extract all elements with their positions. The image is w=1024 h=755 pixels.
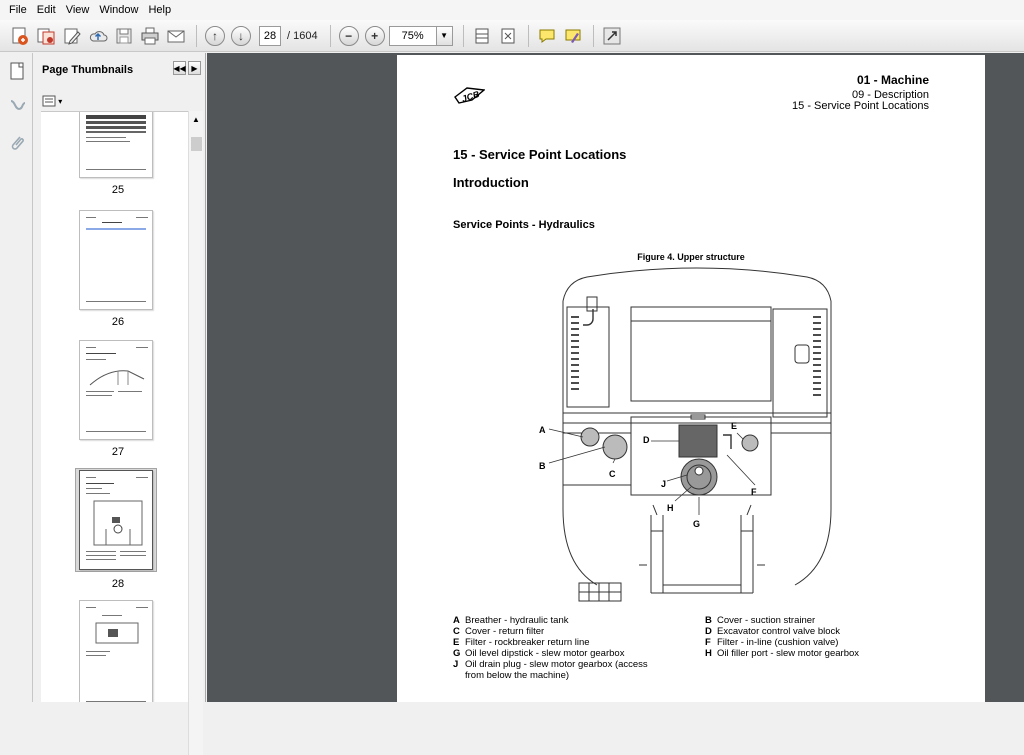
email-icon[interactable] [164,24,188,48]
zoom-level-input[interactable]: 75% [388,25,437,46]
attachment-icon[interactable] [7,133,27,153]
subheading: Service Points - Hydraulics [453,219,595,231]
callout-h: H [667,503,674,513]
save-icon[interactable] [112,24,136,48]
menu-file[interactable]: File [4,0,32,20]
section-title: 15 - Service Point Locations [453,147,627,162]
legend-item: A Breather - hydraulic tank [453,615,569,626]
page-total: / 1604 [287,29,318,42]
legend-item: F Filter - in-line (cushion valve) [705,637,839,648]
toolbar-separator [329,24,331,47]
create-pdf-icon[interactable] [8,24,32,48]
document-viewer[interactable]: JCB 01 - Machine 09 - Description 15 - S… [207,53,1024,702]
legend-item: J Oil drain plug - slew motor gearbox (ac… [453,659,648,670]
options-icon [42,95,56,107]
callout-a: A [539,425,546,435]
menu-view[interactable]: View [61,0,95,20]
zoom-in-button[interactable]: + [363,24,387,48]
menu-edit[interactable]: Edit [32,0,61,20]
thumbnail-label: 25 [111,184,125,196]
thumbnail-label: 27 [111,446,125,458]
previous-page-button[interactable]: ↑ [203,24,227,48]
legend-left: A Breather - hydraulic tank C Cover - retu… [453,615,703,681]
thumbnails-panel: Page Thumbnails ◀◀ ▶ ▾ 25 26 27 28 ▲ [34,53,206,755]
upper-structure-diagram: A B C D E F G H J [539,267,832,602]
callout-j: J [661,479,666,489]
next-page-button[interactable]: ↓ [229,24,253,48]
legend-right: B Cover - suction strainer D Excavator con… [705,615,945,659]
legend-item: B Cover - suction strainer [705,615,816,626]
menu-bar: File Edit View Window Help [0,0,1024,20]
expand-icon[interactable] [600,24,624,48]
thumbnail-page-28[interactable] [79,470,153,570]
legend-item: G Oil level dipstick - slew motor gearbox [453,648,625,659]
plus-icon: + [364,25,385,46]
intro-heading: Introduction [453,175,529,190]
arrow-up-icon: ↑ [205,25,225,46]
zoom-dropdown-button[interactable]: ▼ [436,25,453,46]
scroll-up-icon[interactable]: ▲ [192,115,200,124]
panel-controls: ◀◀ ▶ [171,61,201,75]
signature-icon[interactable] [7,95,27,115]
comment-icon[interactable] [535,24,559,48]
toolbar-separator [196,24,197,47]
upload-cloud-icon[interactable] [86,24,110,48]
legend-item: from below the machine) [465,670,570,681]
callout-g: G [693,519,700,529]
thumbnail-page-25[interactable] [79,112,153,178]
header-subsection: 15 - Service Point Locations [792,100,929,112]
thumbnail-label: 28 [111,578,125,590]
thumbnail-page-26[interactable] [79,210,153,310]
page-thumbnails-icon[interactable] [7,61,27,81]
thumbnail-scrollbar[interactable]: ▲ [188,111,203,755]
callout-e: E [731,421,737,431]
legend-item: E Filter - rockbreaker return line [453,637,590,648]
jcb-logo-icon: JCB [454,87,485,104]
toolbar: ↑ ↓ 28 / 1604 − + 75% ▼ [0,20,1024,52]
scrollbar-thumb[interactable] [191,137,202,151]
legend-item: H Oil filler port - slew motor gearbox [705,648,860,659]
header-chapter: 01 - Machine [856,73,929,87]
menu-help[interactable]: Help [143,0,176,20]
thumbnail-options-button[interactable]: ▾ [42,93,64,109]
combine-files-icon[interactable] [34,24,58,48]
legend-item: D Excavator control valve block [705,626,841,637]
edit-pdf-icon[interactable] [60,24,84,48]
thumbnail-page-27[interactable] [79,340,153,440]
print-icon[interactable] [138,24,162,48]
thumbnail-label: 26 [111,316,125,328]
page-number-input[interactable]: 28 [259,25,281,46]
thumbnail-page-29[interactable] [79,600,153,702]
arrow-down-icon: ↓ [231,25,251,46]
callout-c: C [609,469,616,479]
thumbnail-list: 25 26 27 28 [41,111,195,702]
fit-page-icon[interactable] [496,24,520,48]
callout-d: D [643,435,650,445]
toolbar-separator [592,24,594,47]
fit-width-icon[interactable] [470,24,494,48]
highlight-icon[interactable] [561,24,585,48]
zoom-out-button[interactable]: − [337,24,361,48]
minus-icon: − [338,25,359,46]
menu-window[interactable]: Window [94,0,143,20]
collapse-panel-button[interactable]: ◀◀ [173,61,186,75]
toolbar-separator [462,24,464,47]
legend-item: C Cover - return filter [453,626,545,637]
figure-caption: Figure 4. Upper structure [637,252,745,262]
navigation-rail [0,53,33,702]
callout-b: B [539,461,546,471]
toolbar-separator [527,24,529,47]
callout-f: F [751,487,757,497]
pdf-page: JCB 01 - Machine 09 - Description 15 - S… [397,55,985,702]
expand-panel-button[interactable]: ▶ [188,61,201,75]
